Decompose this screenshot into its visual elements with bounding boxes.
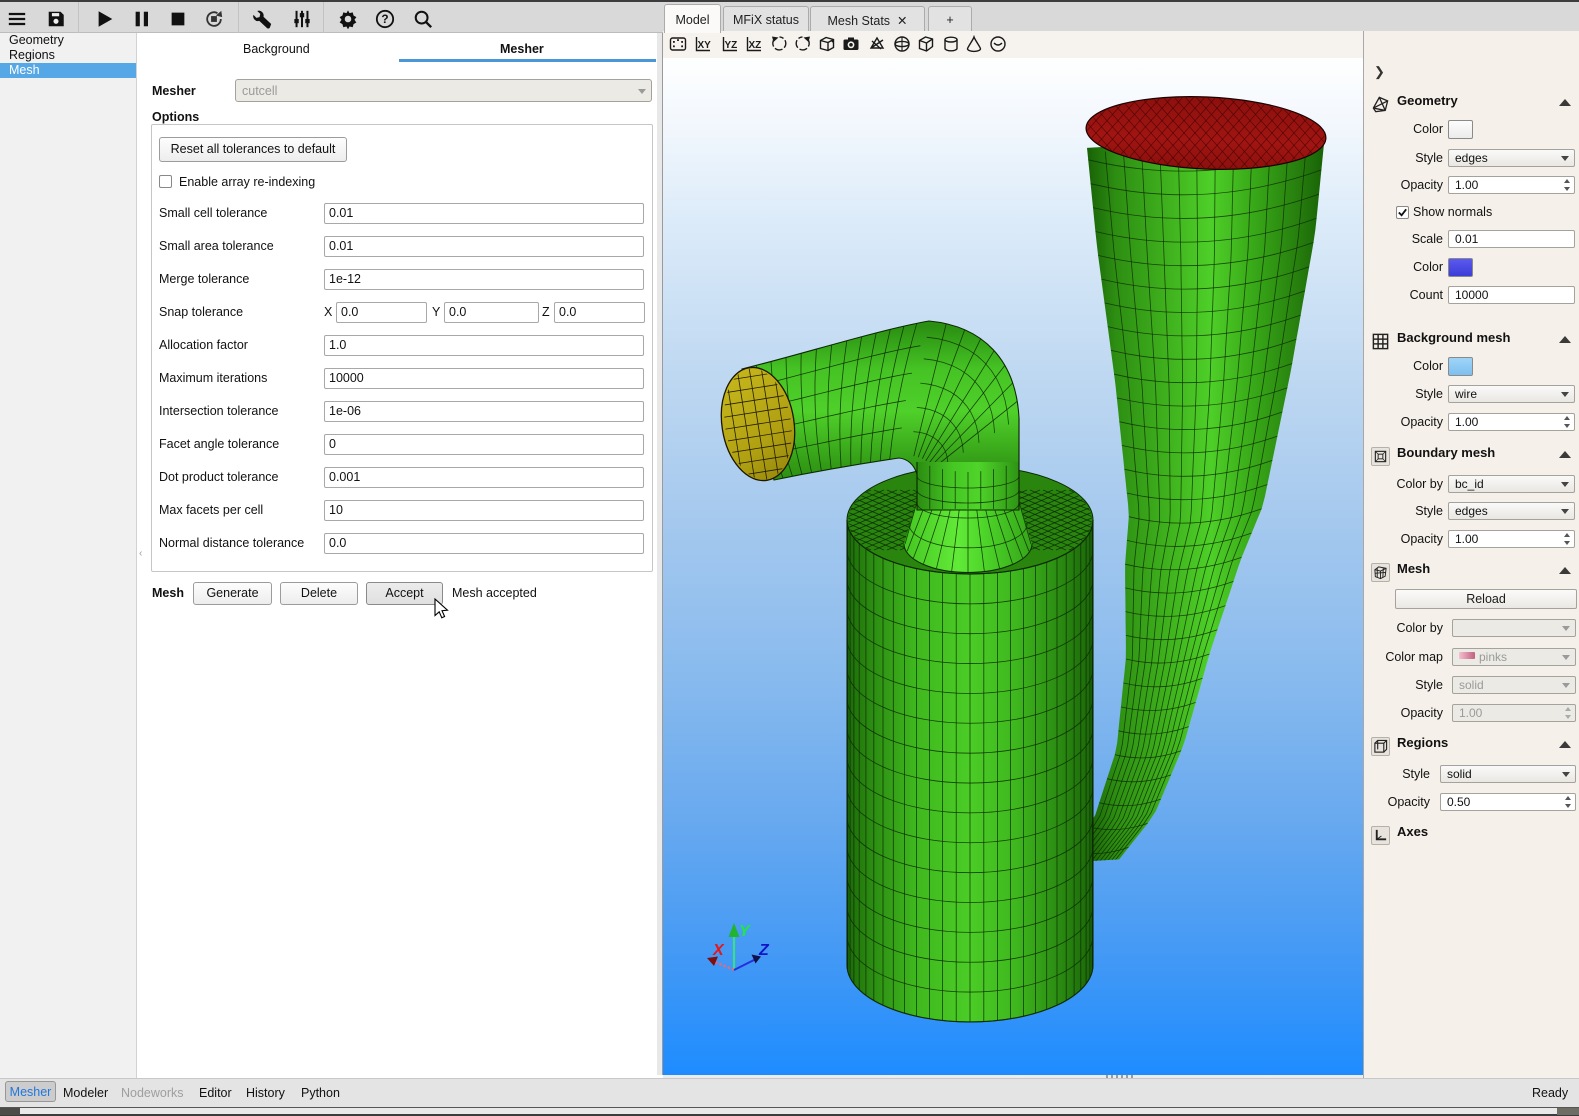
- svg-text:YZ: YZ: [725, 40, 738, 51]
- svg-text:XY: XY: [698, 40, 712, 51]
- svg-text:Z: Z: [758, 942, 770, 959]
- svg-text:?: ?: [381, 12, 388, 26]
- svg-text:X: X: [712, 942, 725, 959]
- svg-text:Y: Y: [739, 923, 751, 940]
- svg-text:XZ: XZ: [749, 40, 762, 51]
